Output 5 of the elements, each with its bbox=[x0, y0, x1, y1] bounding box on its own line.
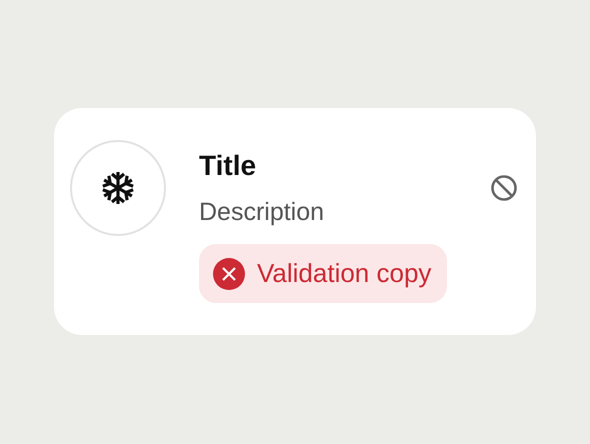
validation-message: Validation copy bbox=[199, 244, 448, 303]
card-title: Title bbox=[199, 149, 258, 183]
error-icon bbox=[213, 258, 245, 290]
blocked-icon[interactable] bbox=[490, 174, 518, 202]
card-description: Description bbox=[199, 197, 326, 228]
